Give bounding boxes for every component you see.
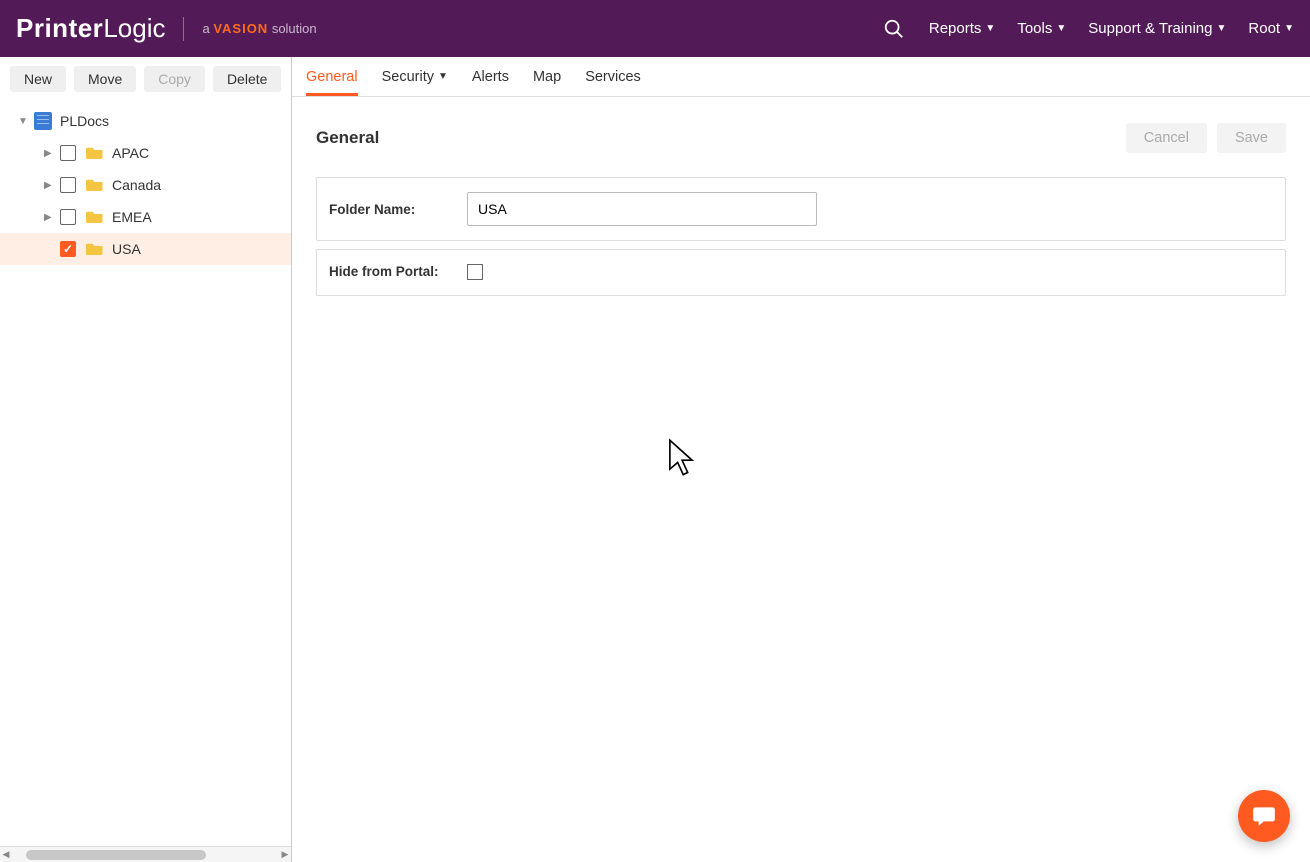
folder-name-row: Folder Name: (316, 177, 1286, 241)
sidebar-horizontal-scrollbar[interactable]: ◀ ▶ (0, 846, 291, 862)
logo-text-bold: Printer (16, 13, 103, 44)
caret-down-icon: ▼ (438, 71, 448, 82)
header-divider (183, 17, 184, 41)
tab-alerts-label: Alerts (472, 69, 509, 85)
sidebar-toolbar: New Move Copy Delete (0, 57, 291, 101)
caret-down-icon: ▼ (1056, 23, 1066, 34)
chat-icon (1251, 803, 1277, 829)
main-panel: General Security ▼ Alerts Map Services Ge… (292, 57, 1310, 862)
hide-from-portal-checkbox[interactable] (467, 264, 483, 280)
tagline: a VASION solution (202, 21, 316, 36)
root-node-icon (34, 112, 52, 130)
folder-icon (86, 208, 104, 226)
menu-root-label: Root (1248, 20, 1280, 37)
tree-item-apac[interactable]: APAC (0, 137, 291, 169)
caret-down-icon: ▼ (985, 23, 995, 34)
menu-reports-label: Reports (929, 20, 982, 37)
tab-services-label: Services (585, 69, 641, 85)
cancel-button: Cancel (1126, 123, 1207, 153)
copy-button: Copy (144, 66, 205, 92)
sidebar: New Move Copy Delete PLDocs APAC Canad (0, 57, 292, 862)
tab-map-label: Map (533, 69, 561, 85)
tree-item-label: APAC (112, 145, 149, 161)
page-title: General (316, 128, 1116, 148)
folder-tree: PLDocs APAC Canada EMEA (0, 101, 291, 846)
menu-reports[interactable]: Reports▼ (929, 20, 995, 37)
tree-item-usa[interactable]: USA (0, 233, 291, 265)
scrollbar-thumb[interactable] (26, 850, 206, 860)
scroll-right-icon[interactable]: ▶ (279, 849, 291, 860)
caret-down-icon: ▼ (1284, 23, 1294, 34)
move-button[interactable]: Move (74, 66, 136, 92)
checkbox[interactable] (60, 177, 76, 193)
expand-toggle-icon[interactable] (18, 116, 28, 127)
content-area: General Cancel Save Folder Name: Hide fr… (292, 97, 1310, 330)
tagline-suffix: solution (268, 21, 316, 36)
content-header: General Cancel Save (316, 123, 1286, 153)
folder-name-input[interactable] (467, 192, 817, 226)
menu-tools-label: Tools (1017, 20, 1052, 37)
expand-toggle-icon[interactable] (44, 180, 54, 191)
expand-toggle-icon[interactable] (44, 212, 54, 223)
hide-from-portal-row: Hide from Portal: (316, 249, 1286, 296)
folder-icon (86, 240, 104, 258)
expand-toggle-icon[interactable] (44, 148, 54, 159)
delete-button[interactable]: Delete (213, 66, 281, 92)
menu-support[interactable]: Support & Training ▼ (1088, 20, 1226, 37)
tab-alerts[interactable]: Alerts (472, 57, 509, 96)
checkbox[interactable] (60, 241, 76, 257)
app-header: PrinterLogic a VASION solution Reports▼ … (0, 0, 1310, 57)
menu-root[interactable]: Root ▼ (1248, 20, 1294, 37)
tree-item-label: EMEA (112, 209, 152, 225)
menu-tools[interactable]: Tools ▼ (1017, 20, 1066, 37)
tab-general-label: General (306, 69, 358, 85)
tree-item-label: Canada (112, 177, 161, 193)
checkbox[interactable] (60, 145, 76, 161)
search-icon[interactable] (883, 18, 905, 40)
tree-item-emea[interactable]: EMEA (0, 201, 291, 233)
tab-security[interactable]: Security ▼ (382, 57, 448, 96)
tab-security-label: Security (382, 69, 434, 85)
caret-down-icon: ▼ (1217, 23, 1227, 34)
tree-item-label: USA (112, 241, 141, 257)
hide-from-portal-label: Hide from Portal: (329, 264, 467, 281)
tab-map[interactable]: Map (533, 57, 561, 96)
folder-name-label: Folder Name: (329, 202, 467, 217)
folder-icon (86, 176, 104, 194)
tree-item-canada[interactable]: Canada (0, 169, 291, 201)
tagline-prefix: a (202, 21, 213, 36)
tagline-brand: VASION (213, 21, 268, 36)
new-button[interactable]: New (10, 66, 66, 92)
tree-root-label: PLDocs (60, 113, 109, 129)
logo[interactable]: PrinterLogic (16, 13, 165, 44)
tab-general[interactable]: General (306, 57, 358, 96)
tree-root[interactable]: PLDocs (0, 105, 291, 137)
tab-services[interactable]: Services (585, 57, 641, 96)
menu-support-label: Support & Training (1088, 20, 1212, 37)
chat-fab[interactable] (1238, 790, 1290, 842)
save-button: Save (1217, 123, 1286, 153)
main-tabs: General Security ▼ Alerts Map Services (292, 57, 1310, 97)
header-menu: Reports▼ Tools▼ Support & Training▼ Root… (929, 20, 1294, 37)
checkbox[interactable] (60, 209, 76, 225)
folder-icon (86, 144, 104, 162)
scroll-left-icon[interactable]: ◀ (0, 849, 12, 860)
logo-text-light: Logic (103, 13, 165, 44)
